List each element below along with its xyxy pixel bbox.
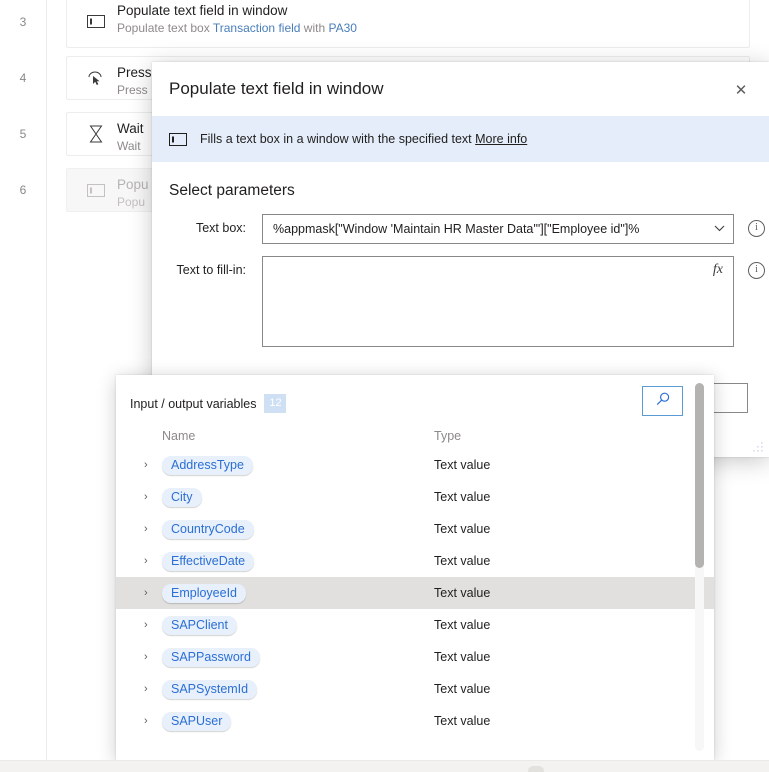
list-item[interactable]: › SAPClient Text value [116,609,714,641]
variable-pill[interactable]: SAPPassword [162,647,260,667]
step-number-6: 6 [19,183,27,197]
step-number-3: 3 [19,15,27,29]
chevron-right-icon[interactable]: › [144,555,162,567]
chevron-right-icon[interactable]: › [144,523,162,535]
variables-count-badge: 12 [264,394,287,413]
chevron-right-icon[interactable]: › [144,619,162,631]
variables-list: › AddressType Text value › City Text val… [116,449,714,737]
variable-type: Text value [434,618,491,632]
variable-type: Text value [434,458,491,472]
textbox-info-icon[interactable]: i [748,220,765,237]
column-header-name: Name [162,429,196,443]
text-field-icon [169,130,187,148]
chevron-right-icon[interactable]: › [144,491,162,503]
variable-pill[interactable]: EffectiveDate [162,551,255,571]
banner-description: Fills a text box in a window with the sp… [200,132,476,146]
dialog-info-banner: Fills a text box in a window with the sp… [152,116,769,162]
resize-grip-icon[interactable] [752,440,764,452]
variable-pill[interactable]: SAPUser [162,711,232,731]
textbox-param-row: Text box: %appmask["Window 'Maintain HR … [169,214,769,244]
parameters-form: Text box: %appmask["Window 'Maintain HR … [152,200,769,347]
variable-name-cell: CountryCode [162,519,434,539]
variable-name-cell: SAPSystemId [162,679,434,699]
dialog-header: Populate text field in window ✕ [152,62,769,116]
variable-type: Text value [434,682,491,696]
variable-type: Text value [434,650,491,664]
hourglass-icon [84,122,108,146]
text-fill-param-row: Text to fill-in: fx i [169,256,769,347]
section-title-select-parameters: Select parameters [169,182,295,199]
chevron-down-icon[interactable] [714,222,725,236]
step-subtitle: Populate text box Transaction field with… [117,20,741,36]
list-item[interactable]: › SAPSystemId Text value [116,673,714,705]
list-item[interactable]: › EffectiveDate Text value [116,545,714,577]
variable-name-cell: EffectiveDate [162,551,434,571]
flow-gutter-divider [46,0,47,772]
step-sub-pre: Populate text box [117,21,213,35]
variable-type: Text value [434,522,491,536]
textbox-label: Text box: [195,221,246,235]
variable-pill[interactable]: SAPSystemId [162,679,258,699]
list-item[interactable]: › SAPUser Text value [116,705,714,737]
banner-text: Fills a text box in a window with the sp… [200,132,527,146]
close-icon[interactable]: ✕ [725,74,757,106]
list-item[interactable]: › AddressType Text value [116,449,714,481]
search-icon [655,391,671,412]
list-item-selected[interactable]: › EmployeeId Text value [116,577,714,609]
step-sub-link-2[interactable]: PA30 [328,21,356,35]
chevron-right-icon[interactable]: › [144,715,162,727]
list-item[interactable]: › City Text value [116,481,714,513]
fx-icon[interactable]: fx [713,262,723,278]
variable-name-cell: AddressType [162,455,434,475]
variable-name-cell: City [162,487,434,507]
chevron-right-icon[interactable]: › [144,651,162,663]
variable-type: Text value [434,554,491,568]
flow-step-3[interactable]: Populate text field in window Populate t… [66,0,750,48]
more-info-link[interactable]: More info [475,132,527,146]
text-field-icon [84,178,108,202]
variable-name-cell: SAPClient [162,615,434,635]
step-number-4: 4 [19,71,27,85]
dialog-title: Populate text field in window [169,79,384,98]
textbox-value: %appmask["Window 'Maintain HR Master Dat… [273,222,640,236]
textbox-field-wrap: %appmask["Window 'Maintain HR Master Dat… [262,214,734,244]
variables-panel-header: Input / output variables 12 [116,375,714,419]
textbox-select[interactable]: %appmask["Window 'Maintain HR Master Dat… [262,214,734,244]
variable-pill[interactable]: SAPClient [162,615,237,635]
variable-name-cell: EmployeeId [162,583,434,603]
text-field-icon [84,9,108,33]
chevron-right-icon[interactable]: › [144,587,162,599]
variables-column-headers: Name Type [116,419,714,449]
chevron-right-icon[interactable]: › [144,683,162,695]
variable-name-cell: SAPUser [162,711,434,731]
column-header-type: Type [434,429,462,443]
variable-type: Text value [434,490,491,504]
chevron-right-icon[interactable]: › [144,459,162,471]
variables-picker-panel: Input / output variables 12 Name Type › … [116,375,714,760]
panel-scrollbar-thumb[interactable] [695,383,704,568]
list-item[interactable]: › CountryCode Text value [116,513,714,545]
step-sub-mid: with [300,21,329,35]
step-title: Populate text field in window [117,3,288,18]
text-fill-input[interactable]: fx [262,256,734,347]
screen: Populate text field in window Populate t… [0,0,769,772]
variables-panel-title: Input / output variables [130,396,257,411]
variable-pill[interactable]: AddressType [162,455,253,475]
step-sub-link-1[interactable]: Transaction field [213,21,301,35]
variable-pill[interactable]: City [162,487,202,507]
variable-type: Text value [434,586,491,600]
variable-name-cell: SAPPassword [162,647,434,667]
text-fill-label: Text to fill-in: [176,263,246,277]
search-button[interactable] [642,386,683,416]
bottom-partial-element [528,766,544,772]
list-item[interactable]: › SAPPassword Text value [116,641,714,673]
press-button-icon [84,66,108,90]
variable-pill[interactable]: EmployeeId [162,583,247,603]
variable-pill[interactable]: CountryCode [162,519,254,539]
step-number-5: 5 [19,127,27,141]
text-fill-info-icon[interactable]: i [748,262,765,279]
variable-type: Text value [434,714,491,728]
bottom-strip [0,760,769,772]
